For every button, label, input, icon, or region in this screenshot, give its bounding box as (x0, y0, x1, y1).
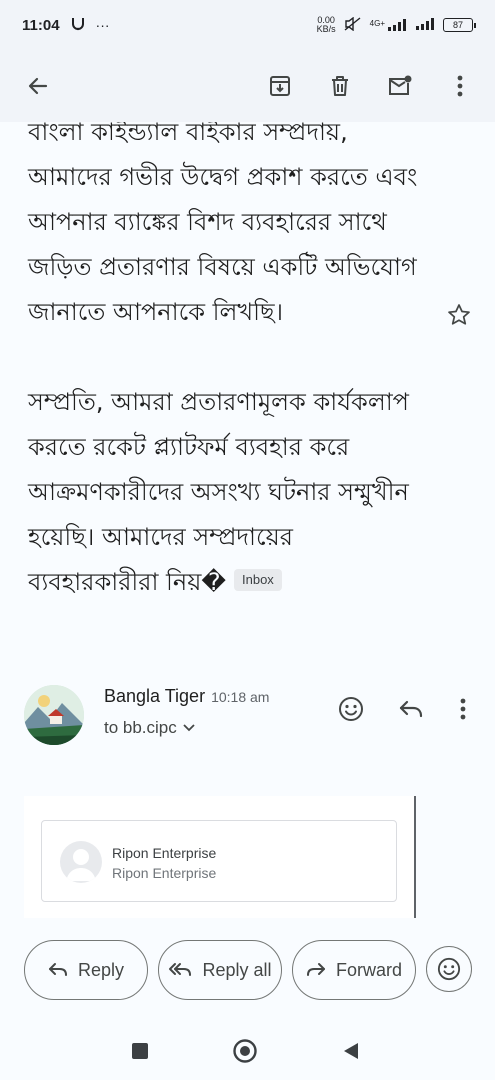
chevron-down-icon (183, 724, 195, 732)
status-bar: 11:04 ··· 0.00 KB/s 4G+ 87 (0, 0, 495, 50)
home-circle-icon (233, 1039, 257, 1063)
bottom-actions: Reply Reply all Forward (0, 940, 495, 1002)
embedded-content: Ripon Enterprise Ripon Enterprise (24, 796, 416, 918)
more-vert-icon (457, 75, 463, 97)
delete-button[interactable] (325, 71, 355, 101)
sent-time: 10:18 am (211, 689, 270, 705)
emoji-icon (437, 957, 461, 981)
reply-button[interactable]: Reply (24, 940, 148, 1000)
trash-icon (332, 76, 348, 96)
reply-icon (48, 963, 67, 976)
mute-icon (344, 16, 362, 33)
message-more-button[interactable] (448, 694, 478, 724)
forward-icon (306, 963, 325, 976)
back-button[interactable] (20, 68, 56, 104)
inbox-label-chip[interactable]: Inbox (234, 569, 282, 591)
star-icon (448, 304, 470, 325)
reply-quick-button[interactable] (396, 694, 426, 724)
system-nav-bar (0, 1022, 495, 1080)
status-time: 11:04 (22, 16, 60, 34)
embedded-card[interactable]: Ripon Enterprise Ripon Enterprise (41, 820, 397, 902)
archive-button[interactable] (265, 71, 295, 101)
net-speed: 0.00 KB/s (316, 15, 336, 34)
home-button[interactable] (232, 1038, 258, 1064)
archive-icon (270, 76, 290, 96)
emoji-icon (339, 697, 363, 721)
recipient-text: to bb.cipc (104, 718, 177, 737)
message-body-viewport[interactable]: বাংলা কাইন্ড্যাল বাইকার সম্প্রদায়, আমাদ… (0, 122, 495, 662)
embed-avatar (60, 841, 102, 883)
recipient-details-toggle[interactable]: to bb.cipc (104, 718, 195, 738)
sender-name: Bangla Tiger 10:18 am (104, 686, 270, 706)
arrow-back-icon (28, 77, 48, 95)
signal-icon-2 (415, 18, 435, 32)
reply-all-button[interactable]: Reply all (158, 940, 282, 1000)
more-vert-icon (460, 698, 466, 720)
sender-avatar[interactable] (24, 685, 84, 745)
forward-button[interactable]: Forward (292, 940, 416, 1000)
forward-label: Forward (335, 959, 402, 980)
react-button[interactable] (426, 946, 472, 992)
body-paragraph-1: বাংলা কাইন্ড্যাল বাইকার সম্প্রদায়, আমাদ… (28, 122, 418, 326)
embed-subtitle: Ripon Enterprise (112, 865, 217, 881)
embed-title: Ripon Enterprise (112, 845, 217, 861)
battery-icon: 87 (443, 18, 476, 32)
reply-all-icon (169, 963, 192, 976)
sender-row[interactable]: Bangla Tiger 10:18 am to bb.cipc (0, 680, 495, 750)
gmail-message-screen: 11:04 ··· 0.00 KB/s 4G+ 87 বাংলা কাইন্ড্… (0, 0, 495, 1080)
star-button[interactable] (446, 302, 474, 330)
more-options-button[interactable] (445, 71, 475, 101)
square-icon (132, 1043, 148, 1059)
signal-icon: 4G+ (370, 19, 407, 31)
triangle-back-icon (344, 1043, 358, 1059)
message-body: বাংলা কাইন্ড্যাল বাইকার সম্প্রদায়, আমাদ… (28, 122, 428, 605)
reply-label: Reply (77, 959, 125, 980)
top-app-bar (0, 50, 495, 122)
reply-icon (399, 700, 423, 718)
back-nav-button[interactable] (338, 1038, 364, 1064)
reply-all-label: Reply all (202, 959, 272, 980)
mark-unread-button[interactable] (385, 71, 415, 101)
body-paragraph-2: সম্প্রতি, আমরা প্রতারণামূলক কার্যকলাপ কর… (28, 388, 409, 596)
more-notifications-icon: ··· (95, 17, 110, 33)
add-reaction-button[interactable] (336, 694, 366, 724)
recents-button[interactable] (127, 1038, 153, 1064)
mark-unread-icon (389, 75, 412, 95)
notification-icon (70, 15, 86, 35)
